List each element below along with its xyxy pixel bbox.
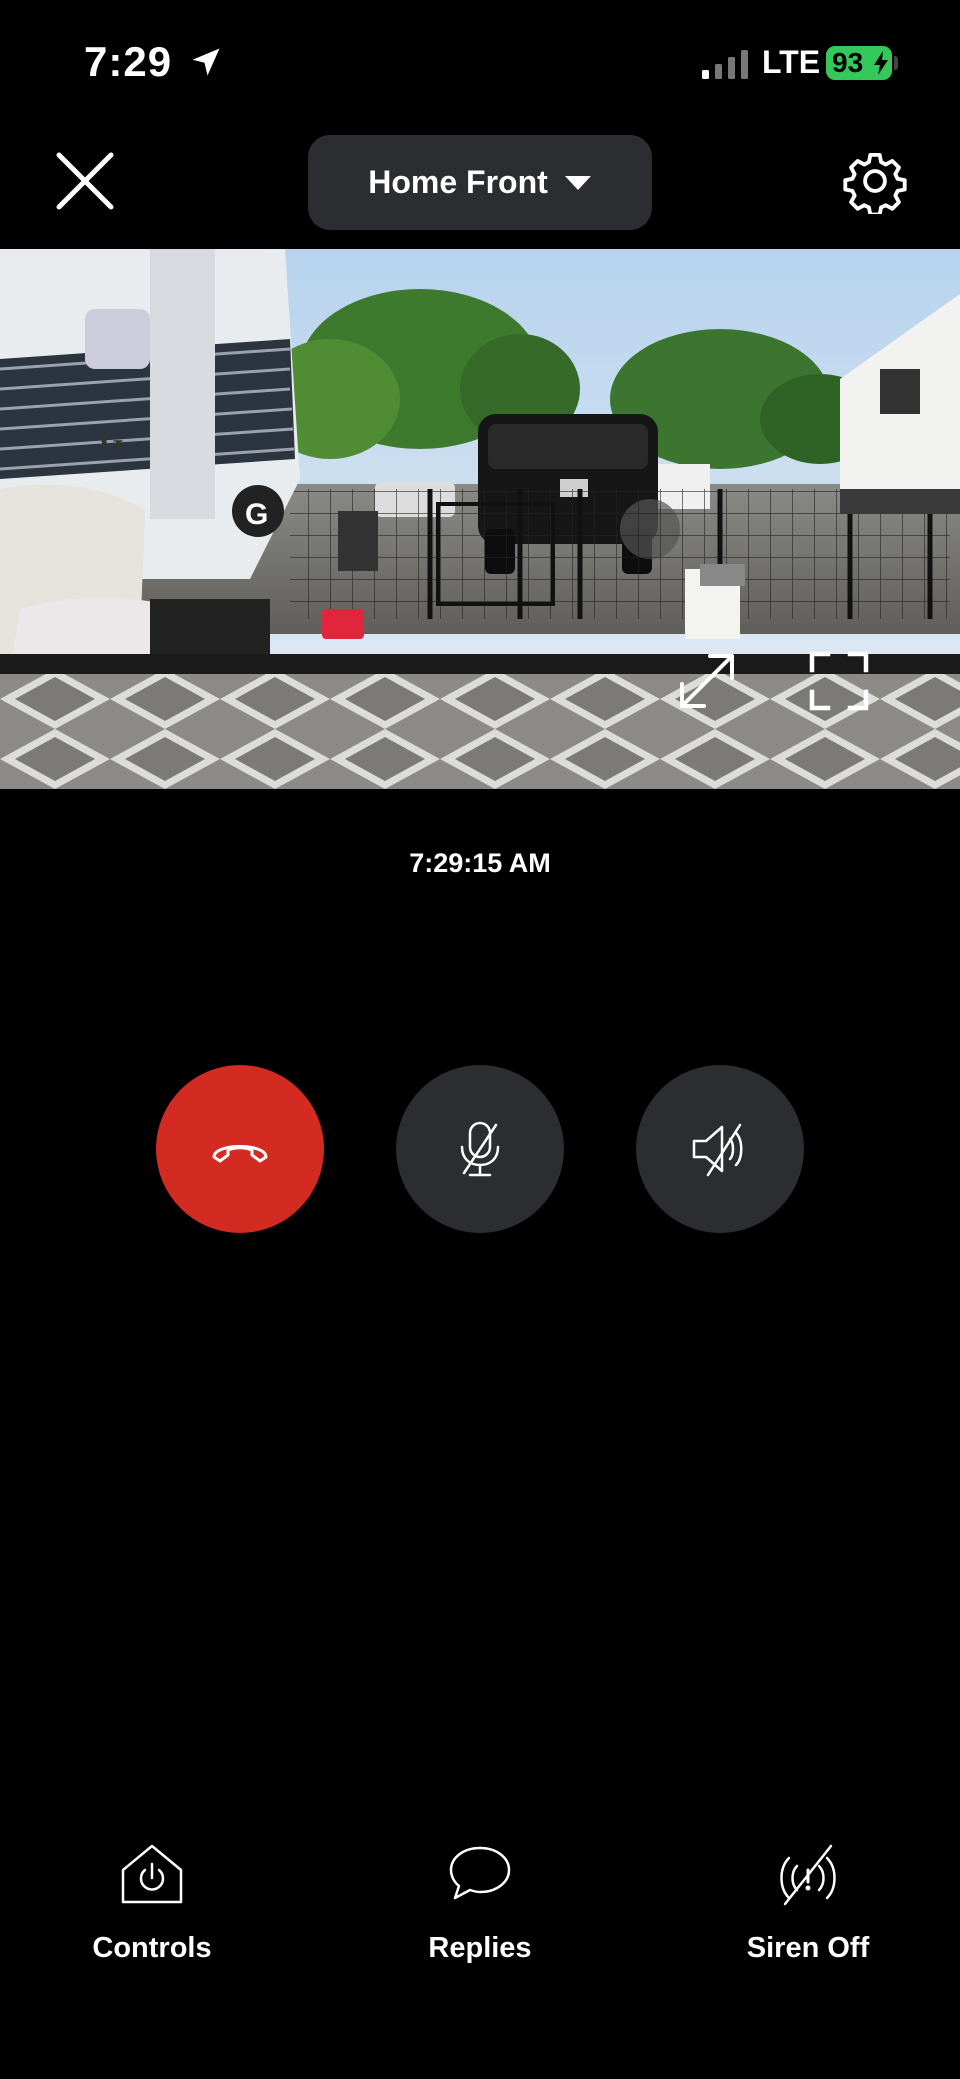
close-icon[interactable] (54, 150, 116, 212)
device-selector[interactable]: Home Front (308, 135, 652, 230)
live-video-feed[interactable]: G G (0, 249, 960, 789)
home-power-icon (121, 1844, 183, 1904)
location-arrow-icon (192, 48, 220, 76)
device-name: Home Front (368, 164, 548, 200)
speech-bubble-icon (449, 1846, 511, 1900)
expand-arrows-icon[interactable] (674, 648, 740, 714)
network-type: LTE (762, 44, 821, 80)
controls-button[interactable]: Controls (32, 1838, 272, 1988)
siren-off-icon (780, 1844, 836, 1906)
svg-text:G: G (100, 423, 123, 456)
speaker-off-icon (692, 1123, 743, 1177)
gear-icon[interactable] (842, 148, 908, 214)
svg-text:G: G (245, 498, 268, 531)
siren-label: Siren Off (746, 1932, 870, 1964)
cell-signal-icon (702, 50, 748, 79)
hang-up-phone-icon (212, 1145, 268, 1163)
mute-microphone-button[interactable] (396, 1065, 564, 1233)
microphone-off-icon (460, 1121, 500, 1177)
charging-bolt-icon (874, 51, 888, 75)
caret-down-icon (564, 175, 591, 190)
status-bar: 7:29 LTE 93 (0, 0, 960, 130)
status-time: 7:29 (84, 38, 173, 85)
mute-speaker-button[interactable] (636, 1065, 804, 1233)
end-call-button[interactable] (156, 1065, 324, 1233)
video-timestamp: 7:29:15 AM (409, 848, 551, 878)
fullscreen-icon[interactable] (806, 648, 872, 714)
controls-label: Controls (92, 1932, 212, 1964)
battery-cap (894, 56, 898, 70)
replies-button[interactable]: Replies (360, 1838, 600, 1988)
siren-button[interactable]: Siren Off (688, 1838, 928, 1988)
replies-label: Replies (428, 1932, 532, 1964)
